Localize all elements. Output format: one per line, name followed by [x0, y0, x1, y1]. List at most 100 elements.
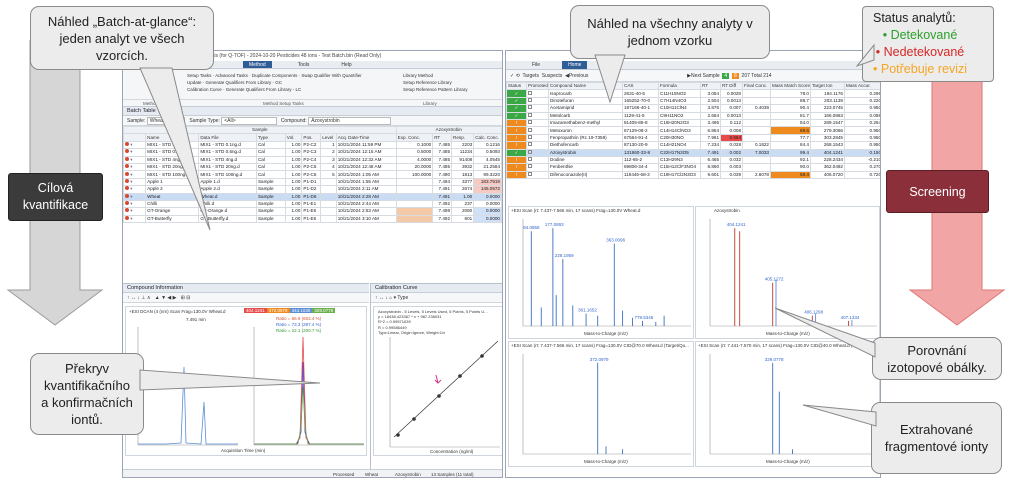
batch-col-header[interactable]: Calc. Conc. — [473, 133, 502, 142]
status-detected-icon: ✓ — [506, 89, 527, 98]
ribbon-gen-lc[interactable]: Generate Qualifiers From Library - LC — [226, 87, 302, 92]
screening-row[interactable]: ✓ Metolcarb 1129-41-5 C9H11NO2 2.664 0.0013 81… — [506, 111, 880, 120]
batch-cell: 0.0000 — [473, 199, 502, 209]
status-detected-icon: ✓ — [506, 96, 527, 106]
batch-cell: 91408 — [451, 155, 475, 164]
callout-overview-pointer — [594, 54, 626, 104]
screening-col-header[interactable]: RT Diff — [720, 82, 743, 91]
promoted-checkbox[interactable] — [526, 104, 549, 113]
batch-cell: 0.0000 — [473, 214, 502, 224]
screening-col-header[interactable]: RT — [700, 82, 721, 91]
screening-col-header[interactable]: Target Ion — [810, 82, 845, 91]
promoted-checkbox[interactable] — [526, 141, 549, 150]
screening-col-header[interactable]: Status — [506, 82, 527, 91]
promoted-checkbox[interactable] — [526, 148, 549, 157]
batch-cell: P1-D2 — [301, 185, 322, 194]
screening-row[interactable]: ! Metoxuron 67129-08-2 C14H14ClNO3 6.854 0.00… — [506, 126, 880, 135]
calibration-panel: Calibration Curve ↑ ↔ ↓ ⌂ ▾ Type Azoxyst… — [370, 283, 502, 469]
tab-tools[interactable]: Tools — [292, 61, 316, 68]
ribbon-swap[interactable]: Swap Qualifier With Quantifier — [301, 73, 361, 78]
screening-col-header[interactable]: Final Conc. — [742, 82, 771, 91]
spec-c-xlabel: Mass-to-Charge (m/z) — [584, 459, 628, 464]
ribbon-setup-ref-pattern[interactable]: Setup Reference Pattern Library — [403, 87, 468, 92]
batch-cell: P1-D6 — [301, 192, 322, 201]
batch-col-header[interactable]: Pos. — [301, 133, 322, 142]
batch-col-header[interactable]: Type — [255, 133, 286, 142]
promoted-checkbox[interactable] — [526, 170, 549, 180]
calibration-plot[interactable]: Azoxystrobin - 5 Levels, 5 Levels Used, … — [373, 306, 502, 456]
promoted-checkbox[interactable] — [526, 118, 549, 128]
targets-button[interactable]: Targets — [523, 73, 539, 79]
batch-cell: 7.485 — [432, 155, 453, 164]
legend-label: Nedetekované — [883, 45, 965, 59]
batch-cell — [320, 192, 337, 201]
batch-col-header[interactable]: Exp. Conc. — [395, 133, 434, 142]
screening-col-header[interactable]: Mass Match Score — [770, 82, 811, 91]
callout-overview-text: Náhled na všechny analyty v jednom vzork… — [587, 16, 753, 48]
screening-row[interactable]: ! Difenoconazole(II) 119446-68-3 C19H17Cl2N… — [506, 170, 880, 180]
quantification-label-box: Cílová kvantifikace — [8, 173, 103, 221]
fragment-spectrum-1[interactable]: +ESI Scan (rt: 7.437-7.566 min, 17 scans… — [508, 341, 694, 467]
status-review-icon: ! — [506, 170, 527, 180]
screening-row[interactable]: ✓ Isoprocarb 2631-40-5 C11H15NO2 3.054 0.0028… — [506, 89, 880, 98]
status-review-icon: ! — [506, 141, 527, 150]
status-detected-icon: ✓ — [506, 111, 527, 120]
ribbon-duplicate[interactable]: Duplicate Components — [252, 73, 298, 78]
batch-cell: P1-E1 — [301, 199, 322, 209]
tab-method[interactable]: Method — [243, 61, 272, 68]
screening-cell: 59.4 — [770, 170, 811, 180]
batch-cell: 601 — [451, 214, 475, 224]
compound-filter[interactable]: Azoxystrobin — [308, 117, 391, 125]
batch-cell — [320, 214, 337, 224]
screening-col-header[interactable]: Promoted — [526, 82, 549, 91]
promoted-checkbox[interactable] — [526, 96, 549, 106]
sample-marker-arrow — [434, 374, 442, 384]
promoted-checkbox[interactable] — [526, 155, 549, 165]
batch-col-header[interactable]: Acq. Date-Time — [335, 133, 397, 142]
promoted-checkbox[interactable] — [526, 111, 549, 120]
screening-row[interactable]: ! Dodine 112-65-2 C13H29N3 6.465 0.032 92.1 228… — [506, 155, 880, 165]
suspects-button[interactable]: Suspects — [542, 73, 563, 79]
screening-row[interactable]: ! Diethofencarb 87130-20-9 C14H21NO4 7.234 0.… — [506, 141, 880, 150]
batch-col-header[interactable]: Level — [320, 133, 337, 142]
batch-col-header[interactable]: RT — [432, 133, 453, 142]
screening-row[interactable]: ! Fenbenthie 69806-34-4 C15H12ClF3NO4 8.860 0… — [506, 163, 880, 172]
tab-file[interactable]: File — [526, 61, 546, 69]
promoted-checkbox[interactable] — [526, 133, 549, 143]
callout-overlay-text: Překryv kvantifikačního a konfirmačních … — [41, 361, 133, 427]
ribbon-setup-ref-lib[interactable]: Setup Reference Library — [403, 80, 452, 85]
ribbon-library-method[interactable]: Library Method — [403, 73, 433, 78]
next-sample-button[interactable]: Next Sample — [691, 73, 720, 79]
status-detected-icon: ✓ — [506, 104, 527, 113]
batch-col-header[interactable]: Resp. — [451, 133, 475, 142]
batch-cell: 10/21/2024 2:44 AM — [335, 199, 397, 209]
screening-row[interactable]: ! Fenpropathrin (Rc 19-7359) 67564-91-4 C20… — [506, 133, 880, 143]
batch-cell: 10/21/2024 12:32 AM — [335, 155, 397, 164]
screening-cell: 6.854 — [700, 126, 721, 135]
screening-row[interactable]: ✓ Acetamiprid 187166-40-1 C10H11ClN4 3.876 0.… — [506, 104, 880, 113]
batch-cell: Cal — [255, 162, 286, 172]
batch-cell: Cal — [255, 148, 286, 157]
tab-help[interactable]: Help — [335, 61, 357, 68]
screening-label-box: Screening — [886, 170, 989, 213]
promoted-checkbox[interactable] — [526, 163, 549, 172]
batch-cell: Sample — [255, 177, 286, 187]
screening-row[interactable]: ✓ Dinotefuran 165252-70-0 C7H14N4O3 2.504 0.0… — [506, 96, 880, 106]
batch-cell: P2-C6 — [301, 170, 322, 179]
screening-col-header[interactable]: Formula — [658, 82, 701, 91]
screening-row[interactable]: ✓ Azoxystrobin 131860-33-8 C22H17N3O5 7.491 0… — [506, 148, 880, 157]
ribbon-group-setup: Method Setup Tasks — [263, 101, 304, 106]
full-scan-spectrum[interactable]: +ESI Scan (rt: 7.437-7.566 min, 17 scans… — [508, 206, 694, 339]
batch-cell: 2 — [320, 148, 337, 157]
screening-cell: 0.264 — [844, 118, 880, 128]
screening-row[interactable]: ! Imazamethabenz-methyl 81405-85-8 C16H20N2… — [506, 118, 880, 128]
batch-cell: 7.491 — [432, 185, 453, 194]
status-sample: Wheat — [365, 472, 379, 477]
promoted-checkbox[interactable] — [526, 89, 549, 98]
screening-col-header[interactable]: Mass Accur. — [844, 82, 880, 91]
batch-col-header[interactable]: Vol. — [284, 133, 303, 142]
screening-cell: 119446-68-3 — [622, 170, 659, 180]
callout-overlay: Překryv kvantifikačního a konfirmačních … — [30, 353, 144, 435]
screening-cell: 362.0492 — [810, 163, 845, 172]
promoted-checkbox[interactable] — [526, 126, 549, 135]
